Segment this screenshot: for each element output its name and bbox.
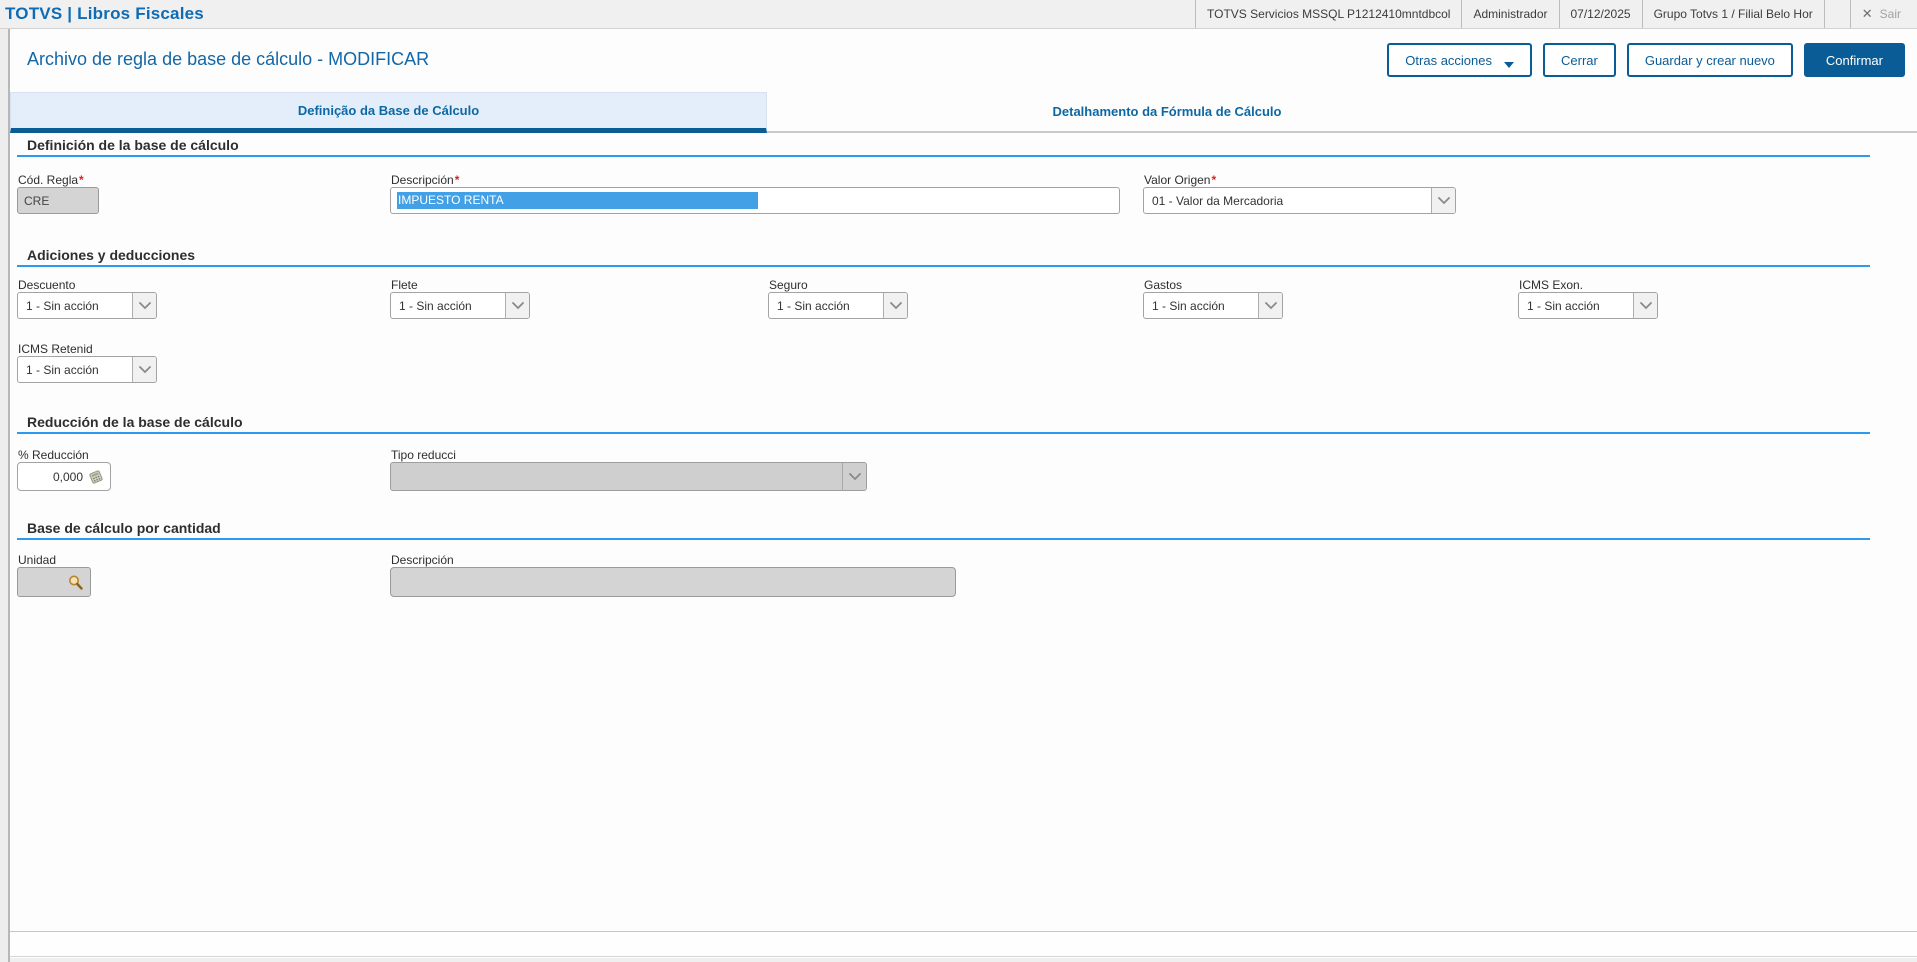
- calculator-icon[interactable]: [88, 469, 104, 484]
- section-divider: [17, 155, 1870, 157]
- section-title-reduccion: Reducción de la base de cálculo: [27, 414, 243, 430]
- tab-filler: [1567, 92, 1917, 133]
- section-title-cantidad: Base de cálculo por cantidad: [27, 520, 221, 536]
- gastos-label: Gastos: [1144, 278, 1183, 292]
- gastos-select[interactable]: 1 - Sin acción: [1143, 292, 1283, 319]
- close-button[interactable]: Cerrar: [1543, 43, 1616, 77]
- chevron-down-icon: [132, 357, 156, 382]
- icms-retenid-label: ICMS Retenid: [18, 342, 93, 356]
- chevron-down-icon: [1258, 293, 1282, 318]
- descripcion-field[interactable]: IMPUESTO RENTA: [390, 187, 1120, 214]
- environment-info: TOTVS Servicios MSSQL P1212410mntdbcol: [1195, 0, 1461, 28]
- section-divider: [17, 538, 1870, 540]
- app-brand: TOTVS | Libros Fiscales: [5, 4, 204, 23]
- cantidad-descripcion-label: Descripción: [391, 553, 454, 567]
- valor-origen-select[interactable]: 01 - Valor da Mercadoria: [1143, 187, 1456, 214]
- chevron-down-icon: [842, 463, 866, 490]
- section-divider: [17, 265, 1870, 267]
- section-title-definicion: Definición de la base de cálculo: [27, 137, 239, 153]
- cod-regla-label: Cód. Regla*: [18, 173, 84, 187]
- required-mark: *: [1211, 173, 1217, 187]
- page-title: Archivo de regla de base de cálculo - MO…: [27, 49, 430, 69]
- seguro-select[interactable]: 1 - Sin acción: [768, 292, 908, 319]
- section-title-adiciones: Adiciones y deducciones: [27, 247, 196, 263]
- footer-strip: [10, 931, 1917, 957]
- descripcion-label: Descripción*: [391, 173, 460, 187]
- descuento-select[interactable]: 1 - Sin acción: [17, 292, 157, 319]
- search-icon[interactable]: [67, 574, 84, 591]
- main-panel: Archivo de regla de base de cálculo - MO…: [8, 29, 1917, 962]
- save-and-new-button[interactable]: Guardar y crear nuevo: [1626, 43, 1793, 77]
- icms-exon-select[interactable]: 1 - Sin acción: [1518, 292, 1658, 319]
- pct-reduccion-label: % Reducción: [18, 448, 89, 462]
- footer-gap: [10, 958, 1917, 962]
- cod-regla-field: CRE: [17, 187, 99, 214]
- logout-button[interactable]: ✕ Sair: [1849, 0, 1917, 28]
- unidad-label: Unidad: [18, 553, 57, 567]
- pct-reduccion-field[interactable]: 0,000: [17, 462, 111, 491]
- cantidad-descripcion-field: [390, 567, 956, 597]
- topbar-spacer: [1823, 0, 1850, 28]
- user-name: Administrador: [1461, 0, 1558, 28]
- flete-label: Flete: [391, 278, 418, 292]
- selected-text: IMPUESTO RENTA: [397, 192, 758, 209]
- page-header: Archivo de regla de base de cálculo - MO…: [10, 43, 1917, 83]
- confirm-button[interactable]: Confirmar: [1803, 43, 1905, 77]
- seguro-label: Seguro: [769, 278, 808, 292]
- valor-origen-label: Valor Origen*: [1144, 173, 1217, 187]
- chevron-down-icon: [883, 293, 907, 318]
- tab-definicao-base-calculo[interactable]: Definição da Base de Cálculo: [10, 92, 767, 133]
- close-icon: ✕: [1861, 6, 1873, 21]
- icms-retenid-select[interactable]: 1 - Sin acción: [17, 356, 157, 383]
- chevron-down-icon: [132, 293, 156, 318]
- icms-exon-label: ICMS Exon.: [1519, 278, 1584, 292]
- tipo-reducci-label: Tipo reducci: [391, 448, 456, 462]
- header-actions: Otras acciones Cerrar Guardar y crear nu…: [1387, 43, 1905, 77]
- tab-detalhamento-formula[interactable]: Detalhamento da Fórmula de Cálculo: [767, 92, 1567, 133]
- chevron-down-icon: [1633, 293, 1657, 318]
- chevron-down-icon: [505, 293, 529, 318]
- tipo-reducci-select: [390, 462, 867, 491]
- current-date: 07/12/2025: [1558, 0, 1642, 28]
- other-actions-button[interactable]: Otras acciones: [1387, 43, 1532, 77]
- company-branch[interactable]: Grupo Totvs 1 / Filial Belo Hor: [1641, 0, 1824, 28]
- flete-select[interactable]: 1 - Sin acción: [390, 292, 530, 319]
- topbar-info: TOTVS Servicios MSSQL P1212410mntdbcol A…: [1195, 0, 1917, 28]
- descuento-label: Descuento: [18, 278, 76, 292]
- section-divider: [17, 432, 1870, 434]
- required-mark: *: [79, 173, 84, 187]
- logout-label: Sair: [1879, 7, 1901, 21]
- top-bar: TOTVS | Libros Fiscales TOTVS Servicios …: [0, 0, 1917, 29]
- chevron-down-icon: [1431, 188, 1455, 213]
- required-mark: *: [454, 173, 460, 187]
- tab-bar: Definição da Base de Cálculo Detalhament…: [10, 92, 1917, 133]
- caret-down-icon: [1504, 62, 1514, 68]
- unidad-field[interactable]: [17, 567, 91, 597]
